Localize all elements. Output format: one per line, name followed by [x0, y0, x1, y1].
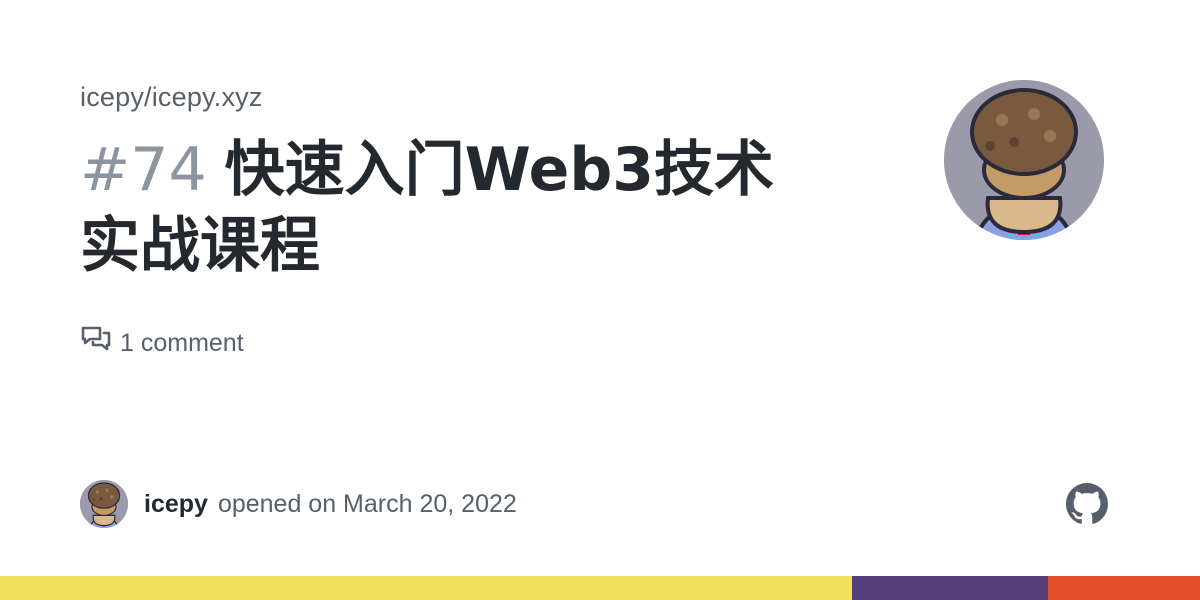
- github-mark-icon[interactable]: [1066, 483, 1108, 525]
- language-bar: [0, 576, 1200, 600]
- comment-count-label: 1 comment: [120, 329, 244, 357]
- owner-avatar[interactable]: [944, 80, 1104, 240]
- issue-author: icepy opened on March 20, 2022: [80, 480, 517, 528]
- opened-date: opened on March 20, 2022: [217, 489, 517, 518]
- issue-title[interactable]: #74 快速入门Web3技术实战课程: [80, 132, 820, 284]
- repo-name[interactable]: icepy/icepy.xyz: [80, 82, 263, 113]
- language-bar-segment: [1047, 576, 1200, 600]
- comment-discussion-icon: [80, 324, 112, 363]
- author-name[interactable]: icepy: [144, 490, 208, 519]
- social-preview-card: icepy/icepy.xyz #74 快速入门Web3技术实战课程 1 comm…: [0, 0, 1200, 600]
- language-bar-segment: [852, 576, 1048, 600]
- language-bar-segment: [0, 576, 852, 600]
- author-avatar[interactable]: [80, 480, 128, 528]
- issue-number: #74: [80, 135, 207, 205]
- comment-count[interactable]: 1 comment: [80, 324, 244, 363]
